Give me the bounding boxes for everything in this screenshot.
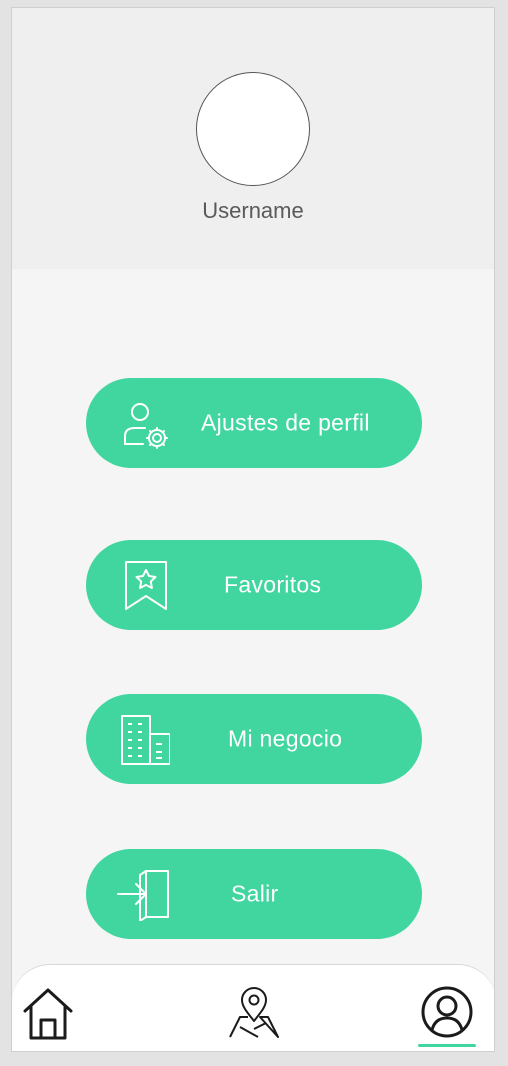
building-icon bbox=[116, 714, 170, 766]
profile-settings-button[interactable]: Ajustes de perfil bbox=[86, 378, 422, 468]
user-circle-icon[interactable] bbox=[420, 985, 474, 1044]
avatar[interactable] bbox=[196, 72, 310, 186]
my-business-label: Mi negocio bbox=[228, 725, 343, 752]
profile-settings-label: Ajustes de perfil bbox=[201, 409, 370, 436]
favorites-label: Favoritos bbox=[224, 571, 322, 598]
user-settings-icon bbox=[116, 398, 170, 450]
bottom-navigation bbox=[12, 964, 494, 1051]
map-pin-icon[interactable] bbox=[228, 987, 280, 1044]
active-tab-indicator bbox=[418, 1044, 476, 1047]
logout-icon bbox=[116, 869, 170, 921]
logout-button[interactable]: Salir bbox=[86, 849, 422, 939]
my-business-button[interactable]: Mi negocio bbox=[86, 694, 422, 784]
profile-header: Username bbox=[12, 8, 494, 269]
logout-label: Salir bbox=[231, 880, 279, 907]
app-screen: Username Ajustes de perfil Favoritos Mi … bbox=[11, 7, 495, 1052]
favorites-button[interactable]: Favoritos bbox=[86, 540, 422, 630]
bookmark-star-icon bbox=[116, 560, 170, 612]
username-label: Username bbox=[202, 198, 304, 223]
home-icon[interactable] bbox=[22, 987, 74, 1046]
